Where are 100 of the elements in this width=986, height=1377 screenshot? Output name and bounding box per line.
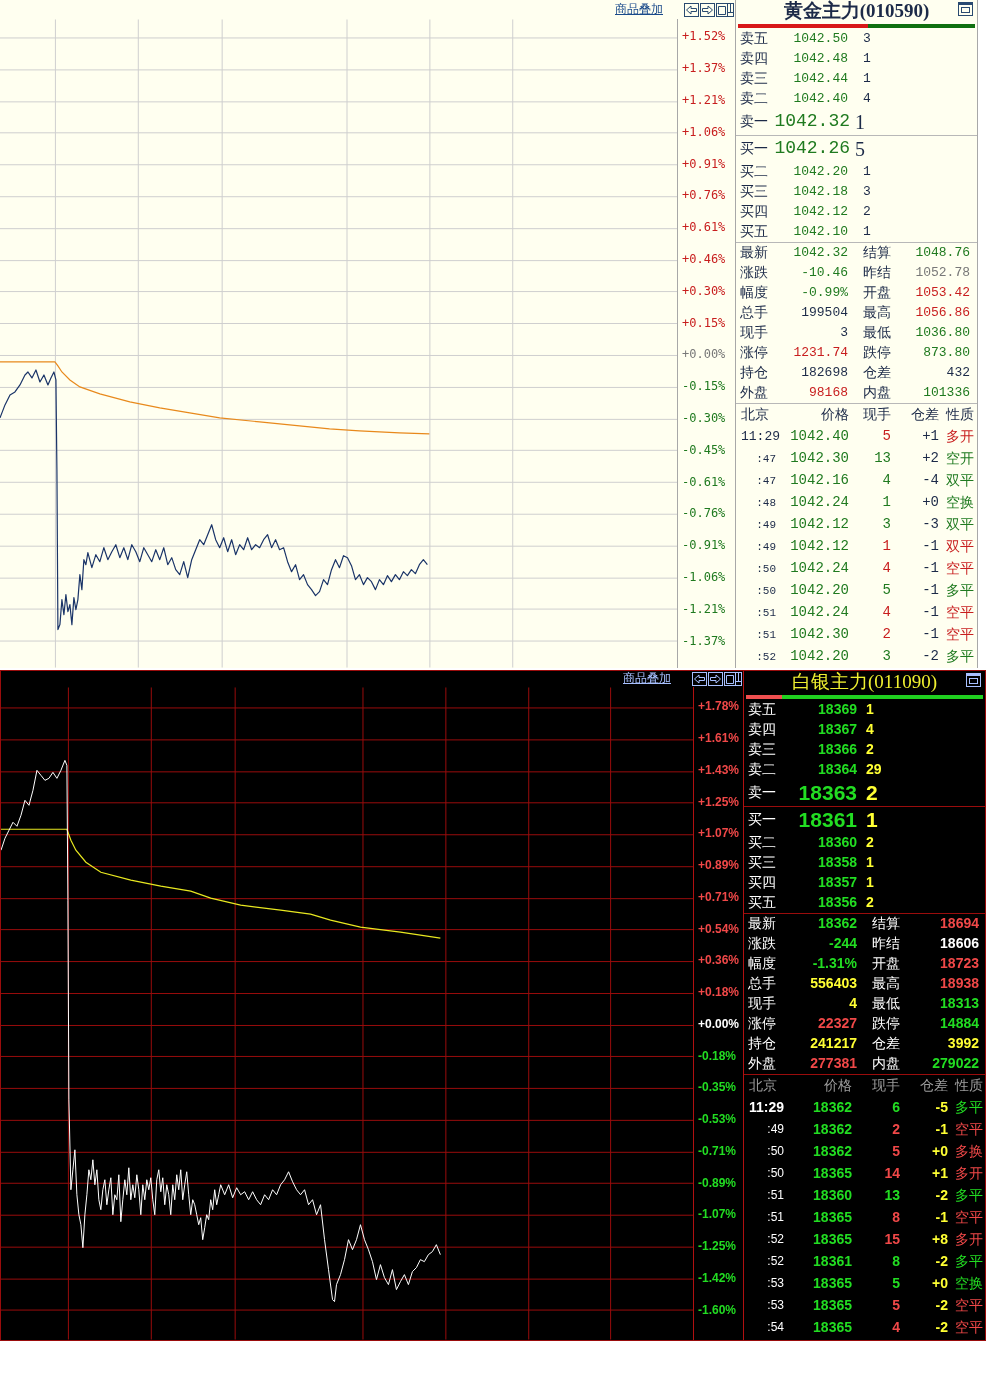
- tick-type: 空平: [955, 1122, 983, 1138]
- right-arrow-icon[interactable]: [700, 2, 715, 17]
- layout-icon[interactable]: [724, 672, 742, 686]
- order-label: 卖四: [748, 722, 777, 738]
- order-price: 1042.26: [774, 139, 850, 159]
- order-volume: 29: [866, 762, 882, 778]
- tick-change: +1: [922, 429, 939, 445]
- stat-value: -244: [828, 936, 857, 952]
- tick-time: :51: [767, 1211, 784, 1225]
- axis-label: -0.61%: [682, 475, 726, 489]
- order-label: 卖一: [740, 114, 769, 130]
- axis-label: +1.61%: [698, 732, 740, 746]
- stat-value: 1042.32: [793, 245, 848, 261]
- stat-label: 外盘: [740, 385, 768, 401]
- stat-label: 最低: [872, 996, 900, 1012]
- window-icon[interactable]: [958, 2, 973, 16]
- tick-type: 空平: [955, 1210, 983, 1226]
- axis-label: +0.18%: [698, 986, 740, 1000]
- tick-time: :50: [767, 1145, 784, 1159]
- column-header: 仓差: [920, 1078, 948, 1094]
- tick-time: :50: [756, 584, 776, 598]
- tick-type: 空平: [955, 1320, 983, 1336]
- order-volume: 1: [855, 111, 865, 133]
- order-volume: 2: [866, 835, 874, 851]
- order-price: 18360: [818, 835, 857, 851]
- stat-value: 18606: [940, 936, 979, 952]
- order-price: 1042.12: [793, 204, 848, 220]
- tick-price: 1042.20: [790, 583, 849, 599]
- tick-change: -1: [922, 605, 939, 621]
- tick-type: 多换: [955, 1144, 983, 1160]
- tick-change: -2: [935, 1320, 948, 1336]
- tick-change: -1: [935, 1210, 948, 1226]
- stat-value: -0.99%: [801, 285, 848, 301]
- stat-label: 跌停: [872, 1016, 900, 1032]
- order-volume: 2: [866, 781, 878, 805]
- tick-volume: 13: [874, 451, 891, 467]
- axis-label: -0.76%: [682, 507, 726, 521]
- tick-type: 空平: [955, 1298, 983, 1314]
- tick-type: 空平: [946, 627, 974, 643]
- overlay-link[interactable]: 商品叠加: [615, 2, 663, 17]
- stat-label: 涨停: [748, 1016, 776, 1032]
- tick-time: :49: [756, 518, 776, 532]
- tick-volume: 1: [882, 495, 891, 511]
- stat-value: 432: [946, 365, 970, 381]
- stat-value: 18723: [940, 956, 979, 972]
- stat-label: 总手: [740, 305, 768, 321]
- order-volume: 4: [866, 722, 874, 738]
- tick-volume: 2: [882, 627, 891, 643]
- stat-value: 279022: [932, 1056, 979, 1072]
- order-label: 买五: [748, 895, 777, 911]
- tick-change: +0: [922, 495, 939, 511]
- stat-value: 277381: [810, 1056, 857, 1072]
- tick-time: :53: [767, 1299, 784, 1313]
- left-arrow-icon[interactable]: [684, 2, 699, 17]
- stat-label: 现手: [740, 325, 768, 341]
- stat-label: 最高: [872, 976, 900, 992]
- tick-price: 1042.16: [790, 473, 849, 489]
- tick-change: -1: [922, 627, 939, 643]
- order-volume: 1: [866, 875, 874, 891]
- overlay-link[interactable]: 商品叠加: [623, 672, 671, 686]
- order-volume: 2: [866, 895, 874, 911]
- axis-label: +0.00%: [698, 1017, 740, 1032]
- tick-price: 1042.40: [790, 429, 849, 445]
- column-header: 性质: [946, 407, 974, 423]
- column-header: 北京: [741, 407, 769, 423]
- stat-label: 仓差: [872, 1036, 900, 1052]
- tick-time: :52: [767, 1255, 784, 1269]
- tick-time: :52: [756, 650, 776, 664]
- tick-change: -2: [935, 1188, 948, 1204]
- stat-value: 1052.78: [915, 265, 970, 281]
- stat-label: 涨跌: [740, 265, 768, 281]
- column-header: 现手: [872, 1078, 900, 1094]
- tick-type: 多平: [955, 1254, 983, 1270]
- axis-label: -0.45%: [682, 443, 726, 457]
- axis-label: +0.36%: [698, 954, 740, 968]
- axis-label: +1.21%: [682, 94, 726, 108]
- axis-label: -0.53%: [698, 1113, 737, 1127]
- tick-type: 空换: [946, 495, 974, 511]
- axis-label: +1.06%: [682, 125, 726, 139]
- order-volume: 1: [863, 71, 871, 87]
- right-arrow-icon[interactable]: [708, 672, 723, 686]
- tick-time: :50: [767, 1167, 784, 1181]
- tick-type: 空平: [946, 605, 974, 621]
- stat-label: 幅度: [748, 956, 776, 972]
- tick-volume: 3: [882, 649, 891, 665]
- stat-label: 现手: [748, 996, 776, 1012]
- window-icon[interactable]: [966, 673, 981, 687]
- tick-type: 多平: [946, 583, 974, 599]
- axis-label: +0.61%: [682, 221, 726, 235]
- tick-change: +0: [932, 1144, 948, 1160]
- stat-value: -10.46: [801, 265, 848, 281]
- axis-label: -0.30%: [682, 411, 726, 426]
- left-arrow-icon[interactable]: [692, 672, 707, 686]
- stat-value: 873.80: [923, 345, 970, 361]
- axis-label: +1.25%: [698, 795, 740, 809]
- axis-label: -1.42%: [698, 1271, 737, 1286]
- layout-icon[interactable]: [716, 2, 734, 17]
- order-price: 18361: [798, 808, 857, 832]
- tick-volume: 1: [882, 539, 891, 555]
- tick-change: -2: [935, 1298, 948, 1314]
